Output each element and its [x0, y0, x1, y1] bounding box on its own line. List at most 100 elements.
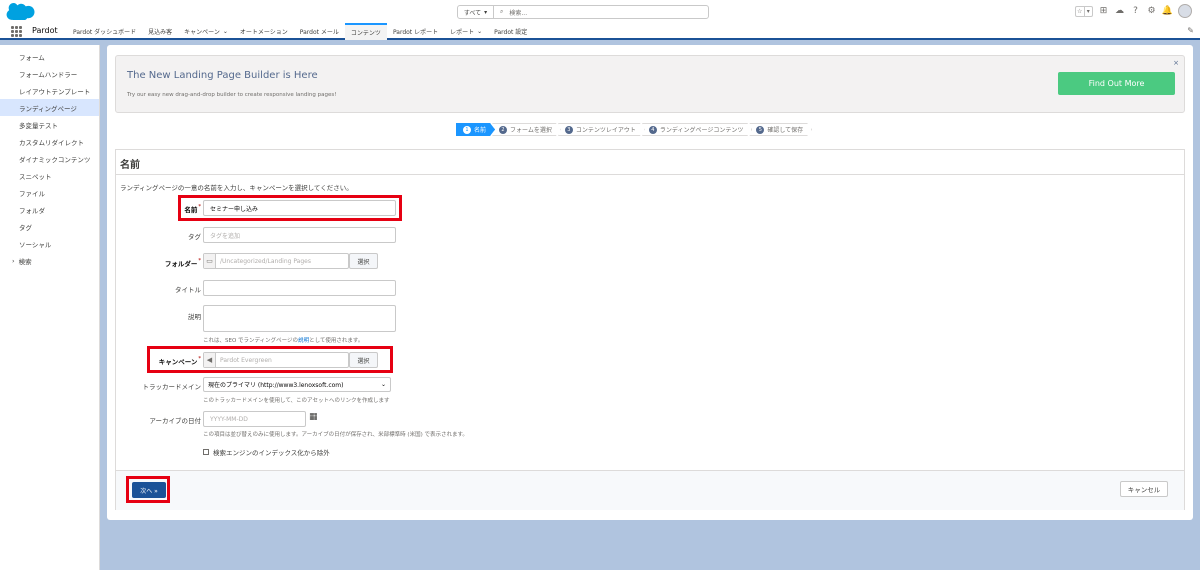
sidebar-item-social[interactable]: ソーシャル	[0, 235, 99, 252]
nav-item-label: Pardot レポート	[392, 29, 439, 36]
nav-item-label: 見込み客	[148, 29, 173, 36]
folder-field: ▭ /Uncategorized/Landing Pages	[203, 253, 349, 269]
step-label: 名前	[474, 127, 487, 134]
chevron-down-icon[interactable]: ⌄	[477, 28, 482, 35]
trailhead-icon[interactable]: ☁	[1114, 6, 1125, 17]
search-scope-label: すべて	[463, 9, 482, 17]
nav-item-content[interactable]: コンテンツ	[344, 23, 387, 40]
sidebar-item-forms[interactable]: フォーム	[0, 48, 99, 65]
sidebar-item-folders[interactable]: フォルダ	[0, 201, 99, 218]
global-create-icon[interactable]: ⊞	[1098, 6, 1109, 17]
bell-icon[interactable]: 🔔	[1162, 6, 1173, 17]
search-input[interactable]: ⌕ 検索...	[494, 6, 708, 18]
tracker-domain-value: 現在のプライマリ (http://www3.lenoxsoft.com)	[208, 382, 344, 389]
divider	[116, 174, 1184, 175]
star-icon[interactable]: ☆	[1076, 7, 1084, 16]
sidebar-item-label: ダイナミックコンテンツ	[19, 155, 91, 164]
step-number: 3	[565, 126, 573, 134]
section-description: ランディングページの一意の名前を入力し、キャンペーンを選択してください。	[120, 184, 353, 192]
sidebar-item-form-handlers[interactable]: フォームハンドラー	[0, 65, 99, 82]
pencil-icon[interactable]: ✎	[1187, 26, 1194, 35]
sidebar-item-multivariate-tests[interactable]: 多変量テスト	[0, 116, 99, 133]
help-icon[interactable]: ?	[1130, 6, 1141, 17]
sidebar-item-layout-templates[interactable]: レイアウトテンプレート	[0, 82, 99, 99]
nav-item-campaigns[interactable]: キャンペーン ⌄	[178, 23, 234, 40]
nav-item-dashboard[interactable]: Pardot ダッシュボード	[67, 23, 142, 40]
folder-icon: ▭	[204, 254, 216, 268]
wizard-steps: 1 名前 2 フォームを選択 3 コンテンツレイアウト 4 ランディングページコンテンツ…	[456, 123, 812, 136]
gear-icon[interactable]: ⚙	[1146, 6, 1157, 17]
tag-label: タグ	[188, 233, 201, 241]
chevron-right-icon: ›	[12, 256, 15, 265]
chevron-down-icon[interactable]: ⌄	[223, 28, 228, 35]
sidebar-item-files[interactable]: ファイル	[0, 184, 99, 201]
sidebar-item-snippets[interactable]: スニペット	[0, 167, 99, 184]
folder-select-button[interactable]: 選択	[349, 253, 378, 269]
tracker-domain-select[interactable]: 現在のプライマリ (http://www3.lenoxsoft.com) ⌄	[203, 377, 391, 392]
nav-items: Pardot ダッシュボード 見込み客 キャンペーン ⌄ オートメーション Par…	[67, 23, 533, 40]
cancel-button[interactable]: キャンセル	[1120, 481, 1168, 497]
caret-down-icon: ▾	[484, 8, 488, 16]
step-number: 5	[756, 126, 764, 134]
description-help-link[interactable]: 説明	[298, 338, 309, 344]
main-content: The New Landing Page Builder is Here Try…	[107, 45, 1193, 520]
form-footer: 次へ » キャンセル	[116, 470, 1184, 510]
highlight-box-next	[126, 476, 170, 503]
seo-exclude-checkbox[interactable]	[203, 449, 209, 455]
archive-date-label: アーカイブの日付	[149, 417, 201, 425]
promo-banner: The New Landing Page Builder is Here Try…	[115, 55, 1185, 113]
nav-item-label: オートメーション	[239, 29, 288, 36]
sidebar-item-label: ソーシャル	[19, 240, 52, 249]
step-number: 1	[463, 126, 471, 134]
step-label: ランディングページコンテンツ	[659, 127, 744, 134]
step-select-form[interactable]: 2 フォームを選択	[492, 123, 561, 136]
description-textarea[interactable]	[203, 305, 396, 332]
seo-exclude-label: 検索エンジンのインデックス化から除外	[213, 449, 330, 457]
step-label: フォームを選択	[510, 127, 552, 134]
nav-item-prospects[interactable]: 見込み客	[142, 23, 178, 40]
sidebar-item-label: ランディングページ	[19, 104, 77, 113]
nav-item-pardot-reports[interactable]: Pardot レポート	[387, 23, 444, 40]
chevron-down-icon: ⌄	[380, 381, 386, 388]
step-name[interactable]: 1 名前	[456, 123, 495, 136]
sidebar-item-tags[interactable]: タグ	[0, 218, 99, 235]
sidebar-item-dynamic-content[interactable]: ダイナミックコンテンツ	[0, 150, 99, 167]
sidebar-item-label: フォームハンドラー	[19, 70, 78, 79]
salesforce-logo-icon[interactable]	[6, 3, 36, 20]
help-text: これは、SEO でランディングページの	[203, 338, 299, 344]
sidebar-item-landing-pages[interactable]: ランディングページ	[0, 99, 99, 116]
title-input[interactable]	[203, 280, 396, 296]
nav-item-reports[interactable]: レポート ⌄	[444, 23, 488, 40]
section-title: 名前	[120, 160, 140, 171]
avatar[interactable]	[1178, 4, 1192, 18]
nav-item-label: Pardot 設定	[494, 29, 528, 36]
banner-title: The New Landing Page Builder is Here	[127, 70, 318, 81]
chevron-down-icon[interactable]: ▾	[1083, 6, 1093, 16]
highlight-box-campaign	[147, 346, 393, 373]
search-scope-select[interactable]: すべて ▾	[458, 6, 494, 18]
nav-item-label: Pardot ダッシュボード	[73, 29, 137, 36]
nav-item-pardot-settings[interactable]: Pardot 設定	[488, 23, 533, 40]
nav-item-label: Pardot メール	[299, 29, 339, 36]
nav-item-pardot-email[interactable]: Pardot メール	[294, 23, 345, 40]
nav-item-automation[interactable]: オートメーション	[234, 23, 294, 40]
folder-value: /Uncategorized/Landing Pages	[220, 257, 311, 265]
step-landing-page-content[interactable]: 4 ランディングページコンテンツ	[642, 123, 752, 136]
app-nav-bar: Pardot Pardot ダッシュボード 見込み客 キャンペーン ⌄ オートメー…	[0, 23, 1200, 40]
calendar-icon[interactable]: ▦	[309, 412, 319, 424]
step-number: 4	[649, 126, 657, 134]
favorites-control[interactable]: ☆ ▾	[1075, 5, 1093, 17]
step-number: 2	[499, 126, 507, 134]
sidebar-item-custom-redirects[interactable]: カスタムリダイレクト	[0, 133, 99, 150]
find-out-more-button[interactable]: Find Out More	[1058, 72, 1175, 95]
step-content-layout[interactable]: 3 コンテンツレイアウト	[558, 123, 645, 136]
folder-label: フォルダー*	[121, 258, 201, 268]
highlight-box-name	[178, 195, 402, 221]
content-sidebar: フォーム フォームハンドラー レイアウトテンプレート ランディングページ 多変量…	[0, 45, 100, 570]
app-launcher-icon[interactable]	[11, 26, 22, 37]
sidebar-item-search[interactable]: › 検索	[0, 252, 99, 269]
archive-date-input[interactable]: YYYY-MM-DD	[203, 411, 306, 427]
close-icon[interactable]: ×	[1173, 59, 1179, 67]
tag-input[interactable]: タグを追加	[203, 227, 396, 243]
step-confirm-save[interactable]: 5 確認して保存	[749, 123, 812, 136]
